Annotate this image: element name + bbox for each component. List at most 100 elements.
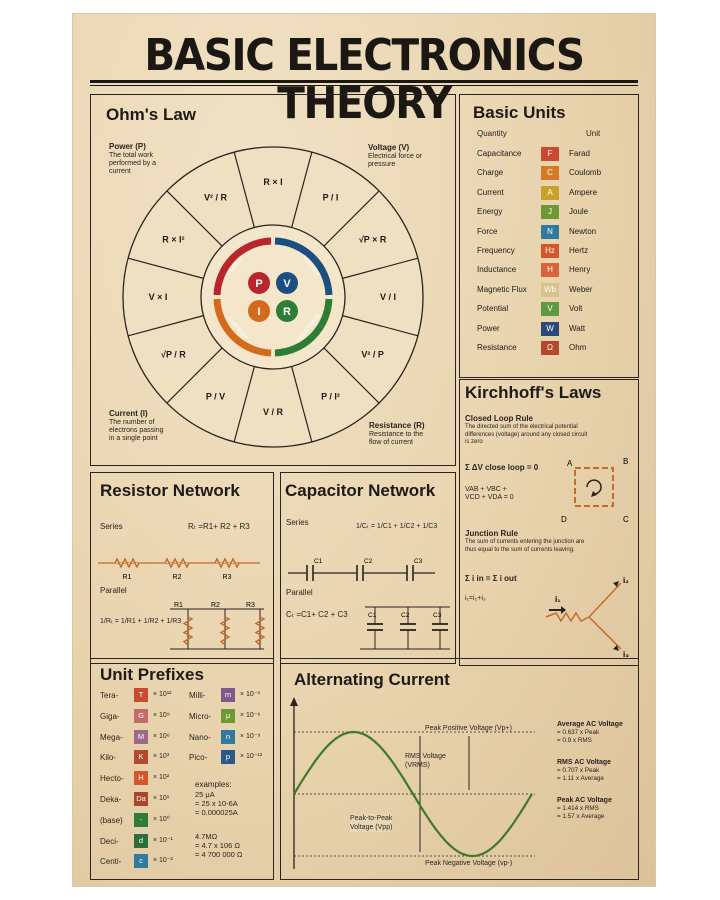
current-i2: i₂ [623,576,629,585]
ac-sine-wave [293,730,533,858]
rms-ac-desc: = 0.707 x Peak = 1.11 x Average [557,767,604,782]
prefix-name: Milli- [189,691,206,700]
unit-symbol: Wb [541,282,559,297]
junction-eq: Σ i in = Σ i out [465,574,517,583]
current-i1: i₁ [555,595,561,604]
resistor-symbol [214,557,240,569]
capacitor-diagrams: C1 C2 C3 C1 C2 C3 [288,558,450,650]
prefix-power: × 10⁻¹ [153,836,173,844]
prefix-symbol: m [221,688,235,702]
resistor-label: R1 [123,574,132,581]
prefix-symbol: M [134,729,148,744]
resistor-symbol [164,557,190,569]
ac-axis-arrow-icon [290,697,298,706]
point-a: A [567,459,573,468]
resistor-label: R2 [173,574,182,581]
unit-symbol: F [541,147,559,161]
cap-gap [407,565,413,581]
unit-symbol: C [541,166,559,181]
prefix-name: Hecto- [100,774,124,784]
prefix-row: Giga- G × 10⁹ [90,708,180,730]
ohms-wheel: R × I P / I √P × R V / I V² / P P / I² V / R P … [122,146,424,448]
resistor-label: R3 [246,602,255,609]
unit-name: Volt [569,304,583,314]
ohms-formula-v2-over-p: V² / P [361,350,384,360]
ohms-formula-p-over-i: P / I [323,192,339,202]
unit-name: Henry [569,265,591,275]
junction-diagram: i₁ i₂ i₃ [545,576,629,659]
resistor-symbol [114,557,140,569]
junction-title: Junction Rule [465,529,518,538]
unit-name: Weber [569,284,593,294]
junction-wire-in [545,611,590,623]
point-c: C [623,515,629,524]
ohms-law-heading: Ohm's Law [106,105,197,124]
capacitor-label: C1 [314,558,323,565]
ohms-formula-sqrt-p-times-r: √P × R [359,235,387,245]
prefix-symbol: d [134,833,148,848]
ac-peak-pos-label: Peak Positive Voltage (Vp+) [425,725,512,732]
prefix-name: Deka- [100,795,122,804]
prefix-row: Hecto- H × 10² [90,770,180,792]
prefix-row: Mega- M × 10⁶ [90,729,180,751]
rms-ac-title: RMS AC Voltage [557,759,612,766]
capacitor-series-eq: 1/Cₜ = 1/C1 + 1/C2 + 1/C3 [356,523,438,530]
ohms-formula-r-times-i: R × I [263,177,282,187]
prefix-row: Centi- c × 10⁻² [90,853,180,875]
unit-quantity: Capacitance [477,149,522,158]
unit-symbol: Hz [541,244,559,258]
unit-name: Joule [569,207,589,217]
loop-eq2: VAB + VBC + VCD + VDA = 0 [465,486,514,501]
unit-quantity: Charge [477,168,504,178]
unit-quantity: Force [477,226,498,236]
unit-quantity: Energy [477,207,503,217]
prefix-row: Kilo- K × 10³ [90,749,180,771]
loop-diagram: A B C D [561,457,629,524]
prefix-power: × 10⁻² [153,857,173,865]
cap-gap [357,565,363,581]
prefix-name: Deci- [100,836,119,846]
unit-quantity: Inductance [477,265,517,275]
point-d: D [561,515,567,524]
resistor-label: R2 [211,602,220,609]
unit-row: Power W Watt [459,319,619,338]
prefix-name: Tera- [100,691,119,700]
title-rule [90,80,638,83]
unit-quantity: Resistance [477,343,517,352]
junction-desc: The sum of currents entering the junctio… [465,539,585,553]
ac-peak-neg-label: Peak Negative Voltage (vp-) [425,860,513,867]
avg-ac-title: Average AC Voltage [557,721,623,728]
prefix-list-right: Milli- m × 10⁻³ Micro- μ × 10⁻⁶ Nano- n × … [185,687,271,777]
prefix-power: × 10¹ [153,795,170,802]
prefix-list-left: Tera- T × 10¹² Giga- G × 10⁹ Mega- M × 10⁶… [90,687,180,877]
resistor-label: R1 [174,602,183,609]
example-1: 25 μA = 25 x 10-6A = 0.000025A [195,790,238,817]
cap-gap [307,565,313,581]
prefix-power: × 10⁻⁶ [240,711,261,719]
ac-rms-label: RMS Voltage (VRMS) [405,753,446,769]
capacitor-label: C1 [368,612,377,619]
prefix-power: × 10⁹ [153,711,170,719]
prefix-power: × 10⁻¹² [240,753,263,761]
center-v-label: V [283,278,291,290]
prefix-power: × 10³ [153,753,170,761]
unit-row: Inductance H Henry [459,260,619,279]
junction-wire-down [588,616,622,650]
peak-ac-desc: = 1.414 x RMS = 1.57 x Average [557,805,605,820]
prefix-row: Deci- d × 10⁻¹ [90,833,180,855]
ohms-formula-p-over-v: P / V [206,392,225,402]
unit-symbol: N [541,224,559,239]
alternating-current-heading: Alternating Current [294,670,450,689]
prefix-name: Giga- [100,711,120,721]
prefix-row: (base) - × 10⁰ [90,812,180,834]
unit-symbol: A [541,185,559,200]
unit-row: Energy J Joule [459,202,619,221]
unit-symbol: J [541,205,559,220]
prefix-power: × 10⁻⁹ [240,732,261,740]
prefix-name: (base) [100,815,123,825]
prefix-row: Deka- Da × 10¹ [90,791,180,813]
ohms-formula-v2-over-r: V² / R [204,192,228,202]
ac-waveform [290,697,535,869]
unit-quantity: Magnetic Flux [477,284,527,294]
ohms-formula-r-times-i2: R × I² [162,235,184,245]
